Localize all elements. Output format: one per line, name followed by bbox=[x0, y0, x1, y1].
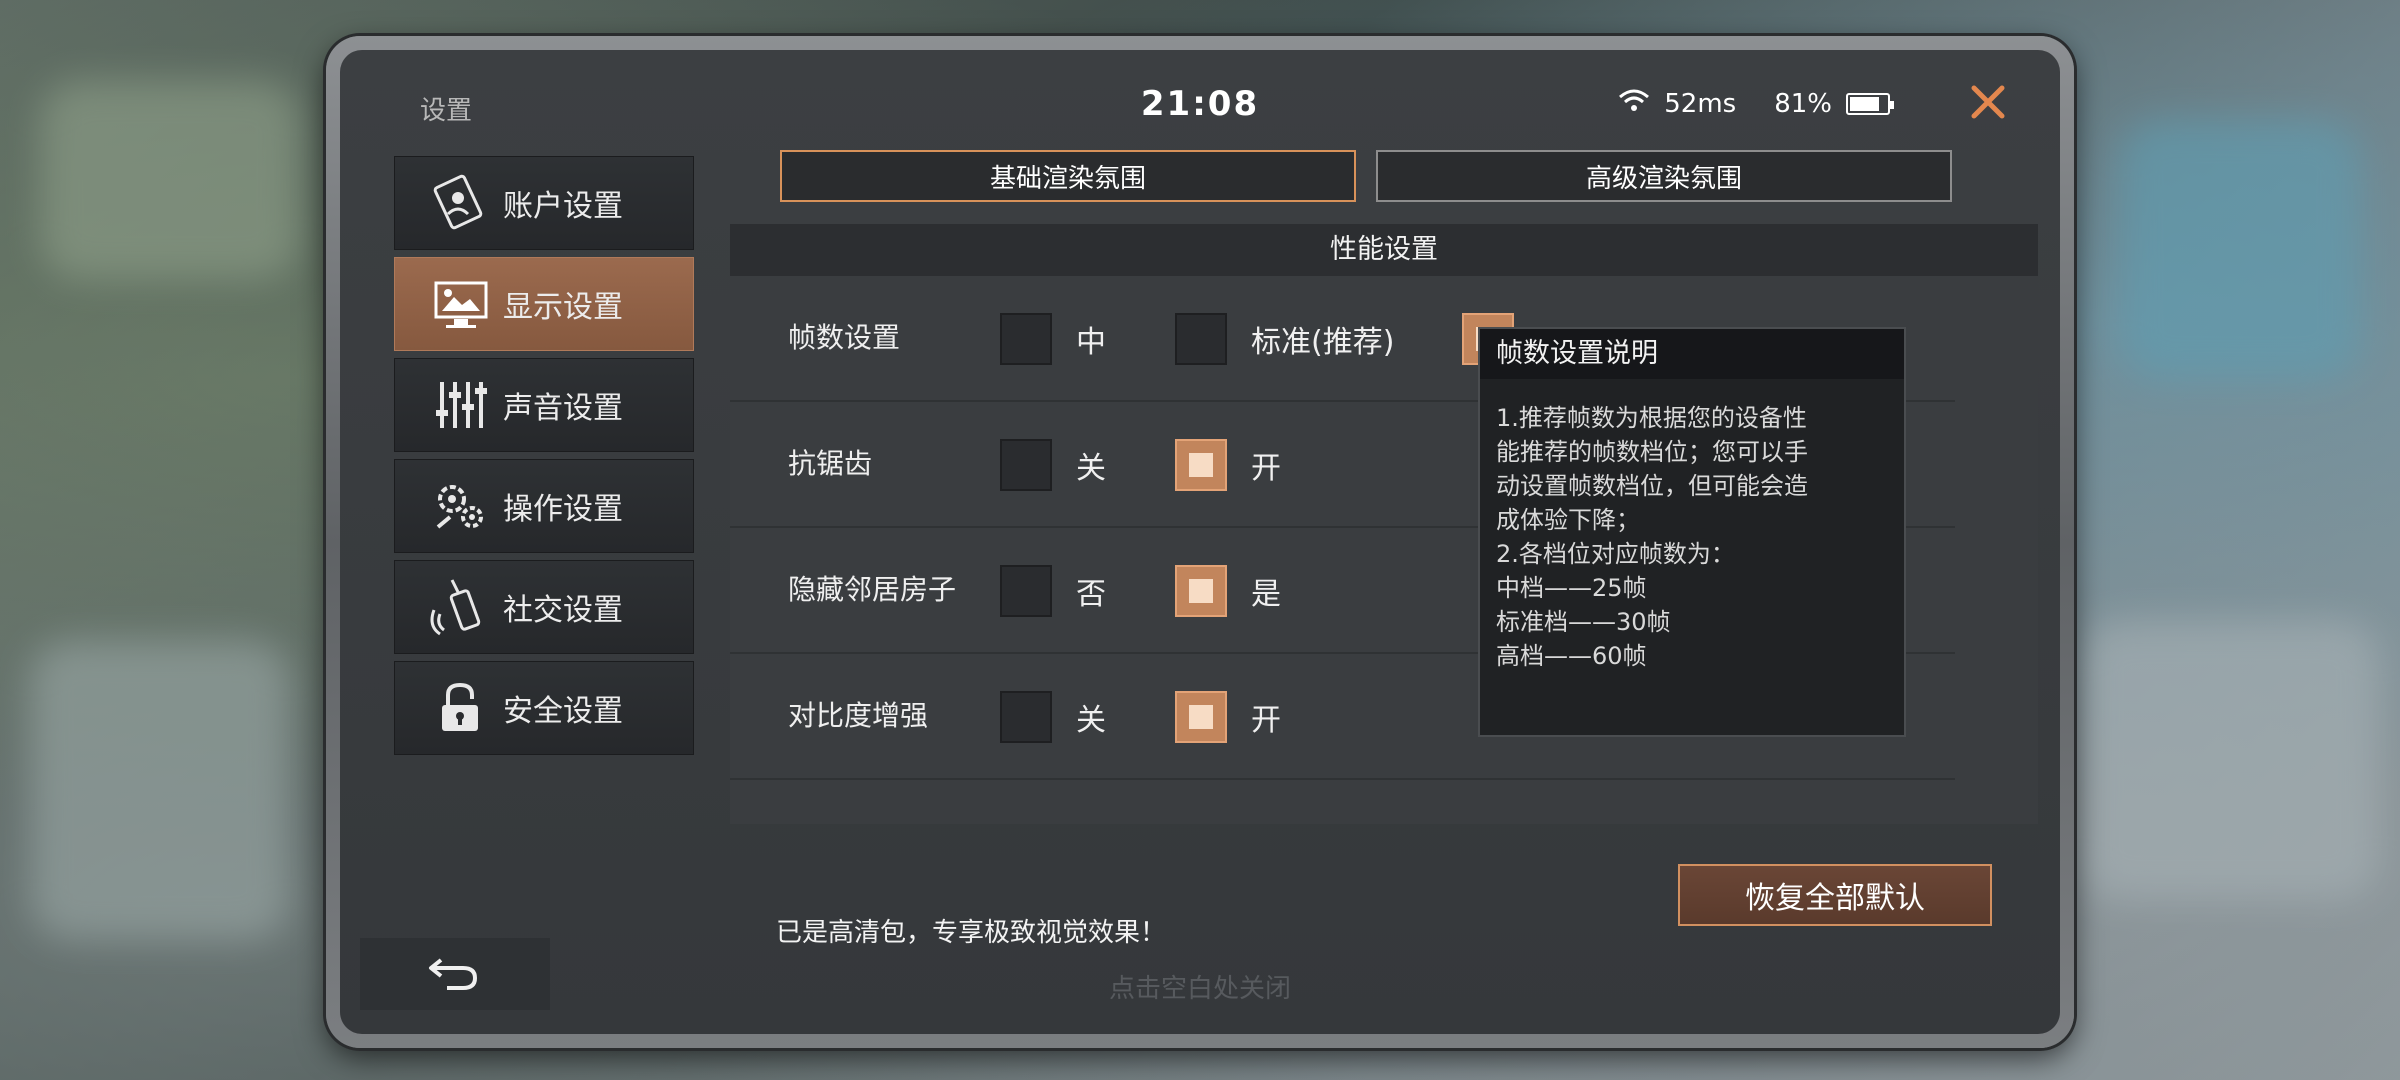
sidebar-item-sound[interactable]: 声音设置 bbox=[394, 358, 694, 452]
sidebar-item-label: 社交设置 bbox=[503, 593, 623, 628]
checkbox-checked[interactable] bbox=[1175, 691, 1227, 743]
row-label: 对比度增强 bbox=[788, 699, 929, 732]
sidebar-item-label: 安全设置 bbox=[503, 694, 623, 729]
checkbox[interactable] bbox=[1000, 313, 1052, 365]
walkie-talkie-icon bbox=[421, 577, 501, 637]
close-button[interactable] bbox=[1958, 72, 2018, 132]
option-framerate-medium[interactable]: 中 bbox=[1000, 313, 1106, 365]
description-line: 高档——60帧 bbox=[1496, 642, 1647, 670]
background-blur bbox=[2120, 120, 2360, 380]
sidebar-item-social[interactable]: 社交设置 bbox=[394, 560, 694, 654]
reset-defaults-button[interactable]: 恢复全部默认 bbox=[1678, 864, 1992, 926]
background-blur bbox=[2080, 620, 2380, 900]
checkbox[interactable] bbox=[1000, 691, 1052, 743]
checkbox[interactable] bbox=[1000, 439, 1052, 491]
option-contrast-off[interactable]: 关 bbox=[1000, 691, 1106, 743]
sidebar-item-account[interactable]: 账户设置 bbox=[394, 156, 694, 250]
description-line: 1.推荐帧数为根据您的设备性 bbox=[1496, 404, 1807, 432]
battery-percent: 81% bbox=[1774, 88, 1832, 119]
option-framerate-standard[interactable]: 标准(推荐) bbox=[1175, 313, 1394, 365]
sidebar-item-security[interactable]: 安全设置 bbox=[394, 661, 694, 755]
checkbox[interactable] bbox=[1000, 565, 1052, 617]
description-line: 中档——25帧 bbox=[1496, 574, 1647, 602]
option-label: 关 bbox=[1076, 451, 1106, 486]
sidebar-item-label: 操作设置 bbox=[503, 492, 623, 527]
option-label: 关 bbox=[1076, 703, 1106, 738]
padlock-icon bbox=[421, 678, 501, 738]
status-indicators: 52ms 81% bbox=[1618, 88, 1894, 119]
sidebar-item-controls[interactable]: 操作设置 bbox=[394, 459, 694, 553]
settings-sidebar: 账户设置 显示设置 声音设置 操作设置 社交设置 安全设置 bbox=[394, 156, 694, 762]
option-hide-neighbors-no[interactable]: 否 bbox=[1000, 565, 1106, 617]
option-antialiasing-on[interactable]: 开 bbox=[1175, 439, 1281, 491]
option-label: 中 bbox=[1076, 325, 1106, 360]
description-title: 帧数设置说明 bbox=[1480, 329, 1904, 379]
sliders-icon bbox=[421, 375, 501, 435]
tab-basic-render[interactable]: 基础渲染氛围 bbox=[780, 150, 1356, 202]
description-line: 标准档——30帧 bbox=[1496, 608, 1671, 636]
description-text: 1.推荐帧数为根据您的设备性 能推荐的帧数档位；您可以手 动设置帧数档位，但可能… bbox=[1480, 379, 1904, 695]
option-label: 标准(推荐) bbox=[1251, 325, 1395, 360]
checkbox-checked[interactable] bbox=[1175, 565, 1227, 617]
ping-value: 52ms bbox=[1664, 88, 1737, 119]
panel-header: 性能设置 bbox=[730, 224, 2038, 276]
checkbox-checked[interactable] bbox=[1175, 439, 1227, 491]
monitor-image-icon bbox=[421, 274, 501, 334]
close-icon bbox=[1971, 85, 2005, 119]
account-card-icon bbox=[421, 173, 501, 233]
description-line: 2.各档位对应帧数为： bbox=[1496, 540, 1735, 568]
background-blur bbox=[40, 80, 300, 280]
wifi-icon bbox=[1618, 88, 1650, 119]
sidebar-item-label: 账户设置 bbox=[503, 189, 623, 224]
gears-icon bbox=[421, 476, 501, 536]
settings-screen: 设置 21:08 52ms 81% 账户设置 显示设置 声音设置 操作设置 社交… bbox=[340, 50, 2060, 1034]
option-label: 开 bbox=[1251, 451, 1281, 486]
row-label: 隐藏邻居房子 bbox=[788, 573, 957, 606]
option-hide-neighbors-yes[interactable]: 是 bbox=[1175, 565, 1281, 617]
description-line: 动设置帧数档位，但可能会造 bbox=[1496, 472, 1808, 500]
sidebar-item-display[interactable]: 显示设置 bbox=[394, 257, 694, 351]
row-label: 帧数设置 bbox=[788, 321, 901, 354]
tab-advanced-render[interactable]: 高级渲染氛围 bbox=[1376, 150, 1952, 202]
tap-to-close-hint: 点击空白处关闭 bbox=[1108, 974, 1291, 1004]
sidebar-item-label: 显示设置 bbox=[503, 290, 623, 325]
description-line: 成体验下降； bbox=[1496, 506, 1640, 534]
option-label: 是 bbox=[1251, 577, 1281, 612]
row-label: 抗锯齿 bbox=[788, 447, 873, 480]
description-line: 能推荐的帧数档位；您可以手 bbox=[1496, 438, 1808, 466]
background-blur bbox=[30, 640, 290, 940]
option-antialiasing-off[interactable]: 关 bbox=[1000, 439, 1106, 491]
checkbox[interactable] bbox=[1175, 313, 1227, 365]
sidebar-item-label: 声音设置 bbox=[503, 391, 623, 426]
framerate-description-box: 帧数设置说明 1.推荐帧数为根据您的设备性 能推荐的帧数档位；您可以手 动设置帧… bbox=[1478, 327, 1906, 737]
hd-package-note: 已是高清包，专享极致视觉效果！ bbox=[776, 918, 1167, 948]
option-label: 否 bbox=[1076, 577, 1106, 612]
option-label: 开 bbox=[1251, 703, 1281, 738]
option-contrast-on[interactable]: 开 bbox=[1175, 691, 1281, 743]
battery-icon bbox=[1846, 92, 1894, 115]
settings-tablet: 设置 21:08 52ms 81% 账户设置 显示设置 声音设置 操作设置 社交… bbox=[326, 36, 2074, 1048]
